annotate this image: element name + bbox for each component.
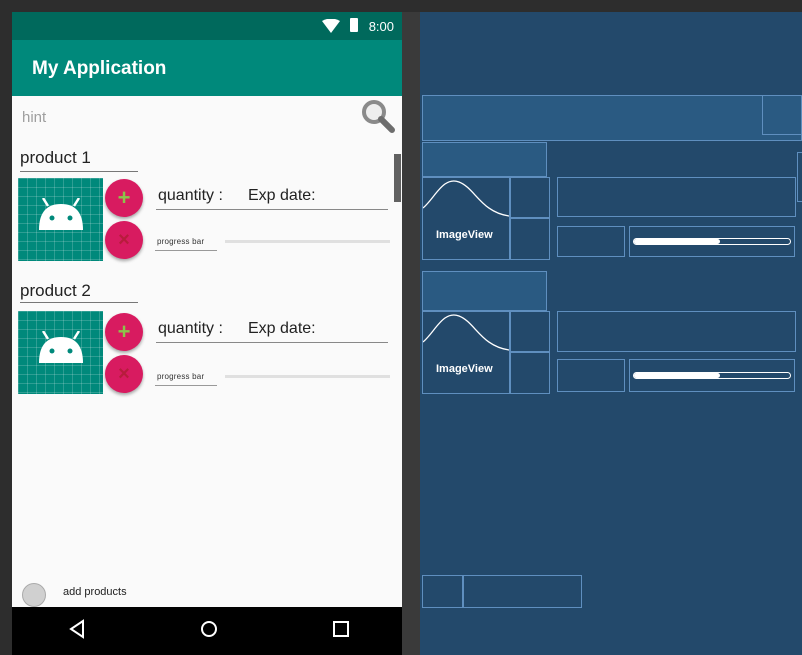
battery-icon — [350, 18, 358, 32]
blueprint-add-products-text — [463, 575, 582, 608]
blueprint-scroll-edge — [797, 152, 802, 202]
remove-product-button[interactable]: × — [105, 221, 143, 259]
progress-label: progress bar — [157, 372, 205, 381]
product-name: product 1 — [20, 148, 91, 167]
blueprint-search-icon-box — [762, 95, 802, 135]
blueprint-progress-bar — [633, 238, 791, 245]
home-icon[interactable] — [199, 619, 219, 639]
blueprint-info-row — [557, 311, 796, 352]
blueprint-add-products-icon — [422, 575, 463, 608]
progress-label-underline — [155, 250, 217, 251]
blueprint-progress-box — [629, 226, 795, 257]
app-title: My Application — [32, 58, 167, 79]
info-underline — [156, 209, 388, 210]
android-logo-icon — [39, 331, 83, 363]
navigation-bar — [12, 607, 402, 655]
blueprint-progress-label — [557, 359, 625, 392]
product-name: product 2 — [20, 281, 91, 300]
blueprint-progress-box — [629, 359, 795, 392]
add-quantity-button[interactable]: + — [105, 313, 143, 351]
blueprint-progress-fill — [634, 373, 720, 378]
panel-divider[interactable] — [402, 12, 420, 655]
blueprint-add-button — [510, 311, 550, 352]
android-logo-icon — [39, 198, 83, 230]
blueprint-add-button — [510, 177, 550, 218]
blueprint-progress-label — [557, 226, 625, 257]
progress-label-underline — [155, 385, 217, 386]
blueprint-image-view: ImageView — [422, 177, 510, 260]
progress-label: progress bar — [157, 237, 205, 246]
quantity-label: quantity : — [158, 187, 223, 204]
blueprint-product-title — [422, 142, 547, 177]
blueprint-progress-fill — [634, 239, 720, 244]
blueprint-imageview-label: ImageView — [436, 229, 493, 241]
wifi-icon — [322, 19, 340, 33]
blueprint-remove-button — [510, 218, 550, 260]
exp-date-label: Exp date: — [248, 320, 316, 337]
blueprint-product-title — [422, 271, 547, 311]
remove-product-button[interactable]: × — [105, 355, 143, 393]
blueprint-view: ImageView ImageView — [420, 12, 802, 655]
blueprint-progress-bar — [633, 372, 791, 379]
blueprint-image-view: ImageView — [422, 311, 510, 394]
scrollbar[interactable] — [394, 154, 401, 202]
image-placeholder-curve-icon — [423, 314, 509, 351]
status-bar: 8:00 — [12, 12, 402, 40]
back-icon[interactable] — [68, 619, 86, 639]
product-name-underline — [20, 302, 138, 303]
progress-bar — [225, 240, 390, 243]
blueprint-search-row — [422, 95, 802, 141]
quantity-label: quantity : — [158, 320, 223, 337]
add-quantity-button[interactable]: + — [105, 179, 143, 217]
exp-date-label: Exp date: — [248, 187, 316, 204]
product-image — [18, 311, 103, 394]
add-products-icon[interactable] — [22, 583, 46, 607]
status-time: 8:00 — [368, 19, 394, 34]
app-bar: My Application — [12, 40, 402, 96]
recents-icon[interactable] — [332, 619, 350, 639]
add-products-button[interactable]: add products — [63, 586, 127, 598]
search-input[interactable]: hint — [22, 109, 46, 126]
blueprint-info-row — [557, 177, 796, 217]
blueprint-remove-button — [510, 352, 550, 394]
design-preview: 8:00 My Application hint product 1 + × q… — [12, 12, 402, 655]
blueprint-imageview-label: ImageView — [436, 363, 493, 375]
info-underline — [156, 342, 388, 343]
progress-bar — [225, 375, 390, 378]
image-placeholder-curve-icon — [423, 180, 509, 217]
product-image — [18, 178, 103, 261]
search-icon[interactable] — [360, 98, 396, 134]
product-name-underline — [20, 171, 138, 172]
